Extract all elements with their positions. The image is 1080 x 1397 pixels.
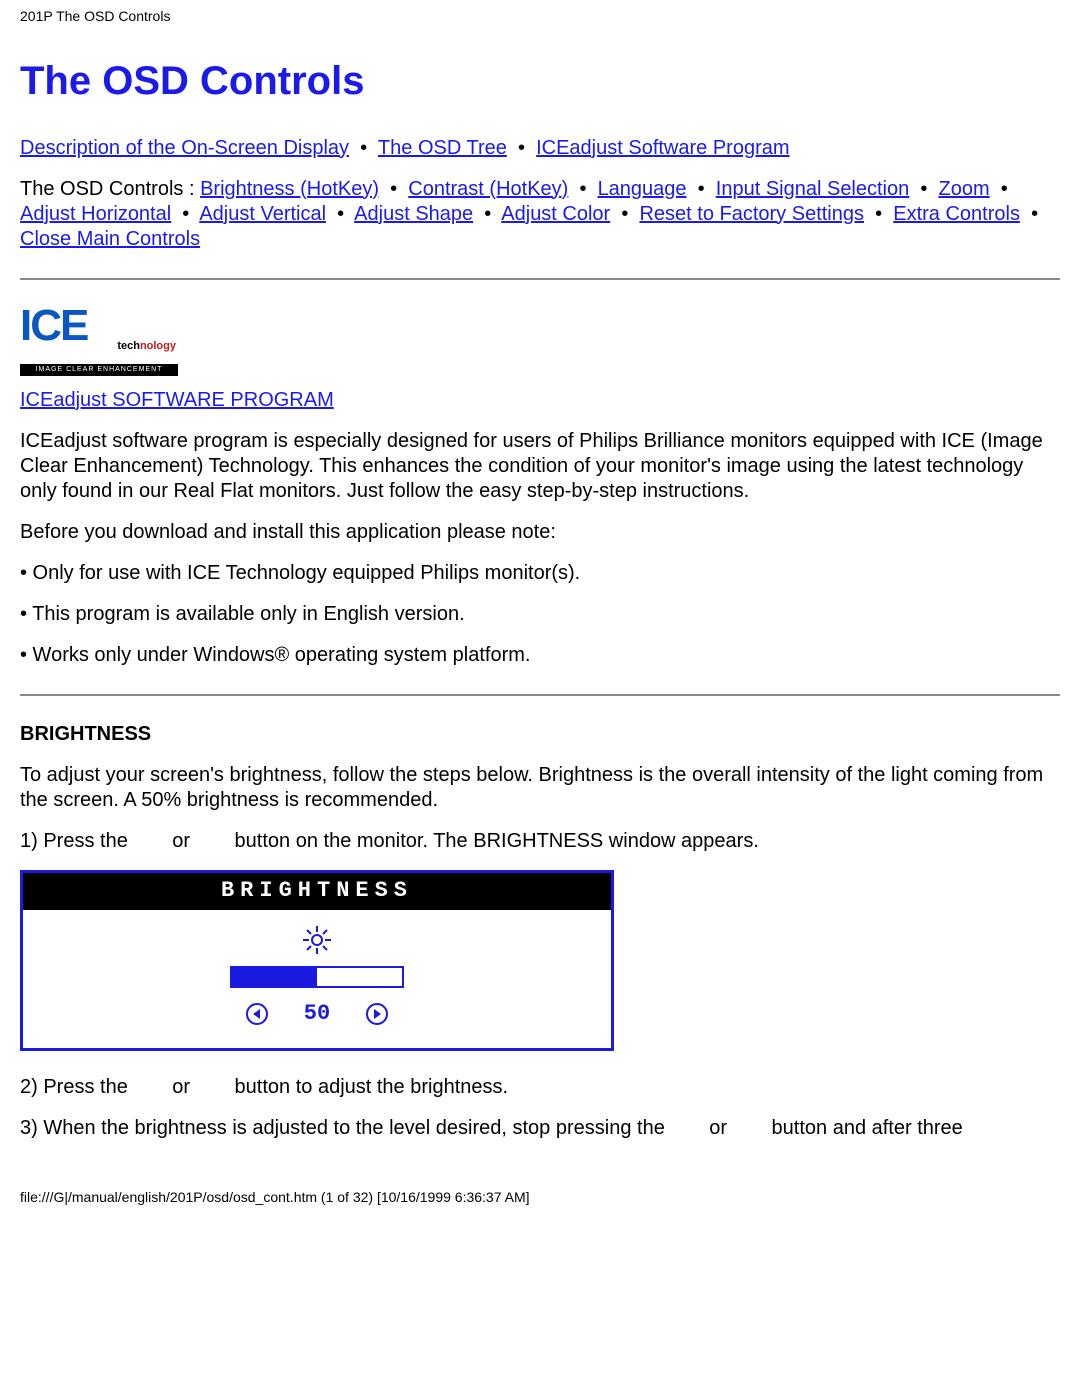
link-iceadjust-software-program[interactable]: ICEadjust SOFTWARE PROGRAM (20, 389, 334, 411)
nav-links-row-2: The OSD Controls : Brightness (HotKey) •… (20, 177, 1060, 252)
ice-logo: ICE technology IMAGE CLEAR ENHANCEMENT (20, 306, 178, 376)
link-language[interactable]: Language (598, 178, 687, 200)
sun-icon (23, 924, 611, 956)
link-reset-factory[interactable]: Reset to Factory Settings (639, 203, 864, 225)
link-iceadjust-program[interactable]: ICEadjust Software Program (536, 137, 789, 159)
brightness-bar (230, 966, 404, 988)
ice-logo-big: ICE (20, 301, 87, 350)
page-title: The OSD Controls (20, 56, 1060, 106)
page-mini-header: 201P The OSD Controls (20, 8, 1060, 26)
divider (20, 278, 1060, 280)
osd-brightness-panel: BRIGHTNESS (20, 870, 614, 1051)
link-contrast-hotkey[interactable]: Contrast (HotKey) (408, 178, 568, 200)
ice-bullet-3: • Works only under Windows® operating sy… (20, 643, 1060, 668)
link-input-signal[interactable]: Input Signal Selection (716, 178, 909, 200)
page-footer: file:///G|/manual/english/201P/osd/osd_c… (20, 1189, 1060, 1207)
nav-links-row-1: Description of the On-Screen Display • T… (20, 136, 1060, 161)
brightness-step-1: 1) Press the or button on the monitor. T… (20, 829, 1060, 854)
ice-logo-bar: IMAGE CLEAR ENHANCEMENT (20, 364, 178, 376)
link-brightness-hotkey[interactable]: Brightness (HotKey) (200, 178, 379, 200)
nav-prefix: The OSD Controls : (20, 178, 200, 200)
link-osd-tree[interactable]: The OSD Tree (378, 137, 507, 159)
osd-panel-title: BRIGHTNESS (23, 873, 611, 911)
link-zoom[interactable]: Zoom (938, 178, 989, 200)
ice-bullet-2: • This program is available only in Engl… (20, 602, 1060, 627)
section-heading-brightness: BRIGHTNESS (20, 722, 1060, 747)
arrow-right-icon[interactable] (366, 1003, 388, 1025)
link-adjust-vertical[interactable]: Adjust Vertical (199, 203, 326, 225)
link-description-osd[interactable]: Description of the On-Screen Display (20, 137, 349, 159)
link-adjust-shape[interactable]: Adjust Shape (354, 203, 473, 225)
ice-before-note: Before you download and install this app… (20, 520, 1060, 545)
brightness-step-2: 2) Press the or button to adjust the bri… (20, 1075, 1060, 1100)
ice-bullet-1: • Only for use with ICE Technology equip… (20, 561, 1060, 586)
brightness-step-3: 3) When the brightness is adjusted to th… (20, 1116, 1060, 1141)
link-extra-controls[interactable]: Extra Controls (893, 203, 1020, 225)
arrow-left-icon[interactable] (246, 1003, 268, 1025)
link-adjust-horizontal[interactable]: Adjust Horizontal (20, 203, 171, 225)
ice-logo-tech: technology (117, 340, 176, 354)
brightness-intro: To adjust your screen's brightness, foll… (20, 763, 1060, 813)
brightness-bar-fill (232, 968, 317, 986)
ice-paragraph: ICEadjust software program is especially… (20, 429, 1060, 504)
osd-value: 50 (304, 1000, 330, 1028)
divider (20, 694, 1060, 696)
link-close-main[interactable]: Close Main Controls (20, 228, 200, 250)
link-adjust-color[interactable]: Adjust Color (501, 203, 610, 225)
